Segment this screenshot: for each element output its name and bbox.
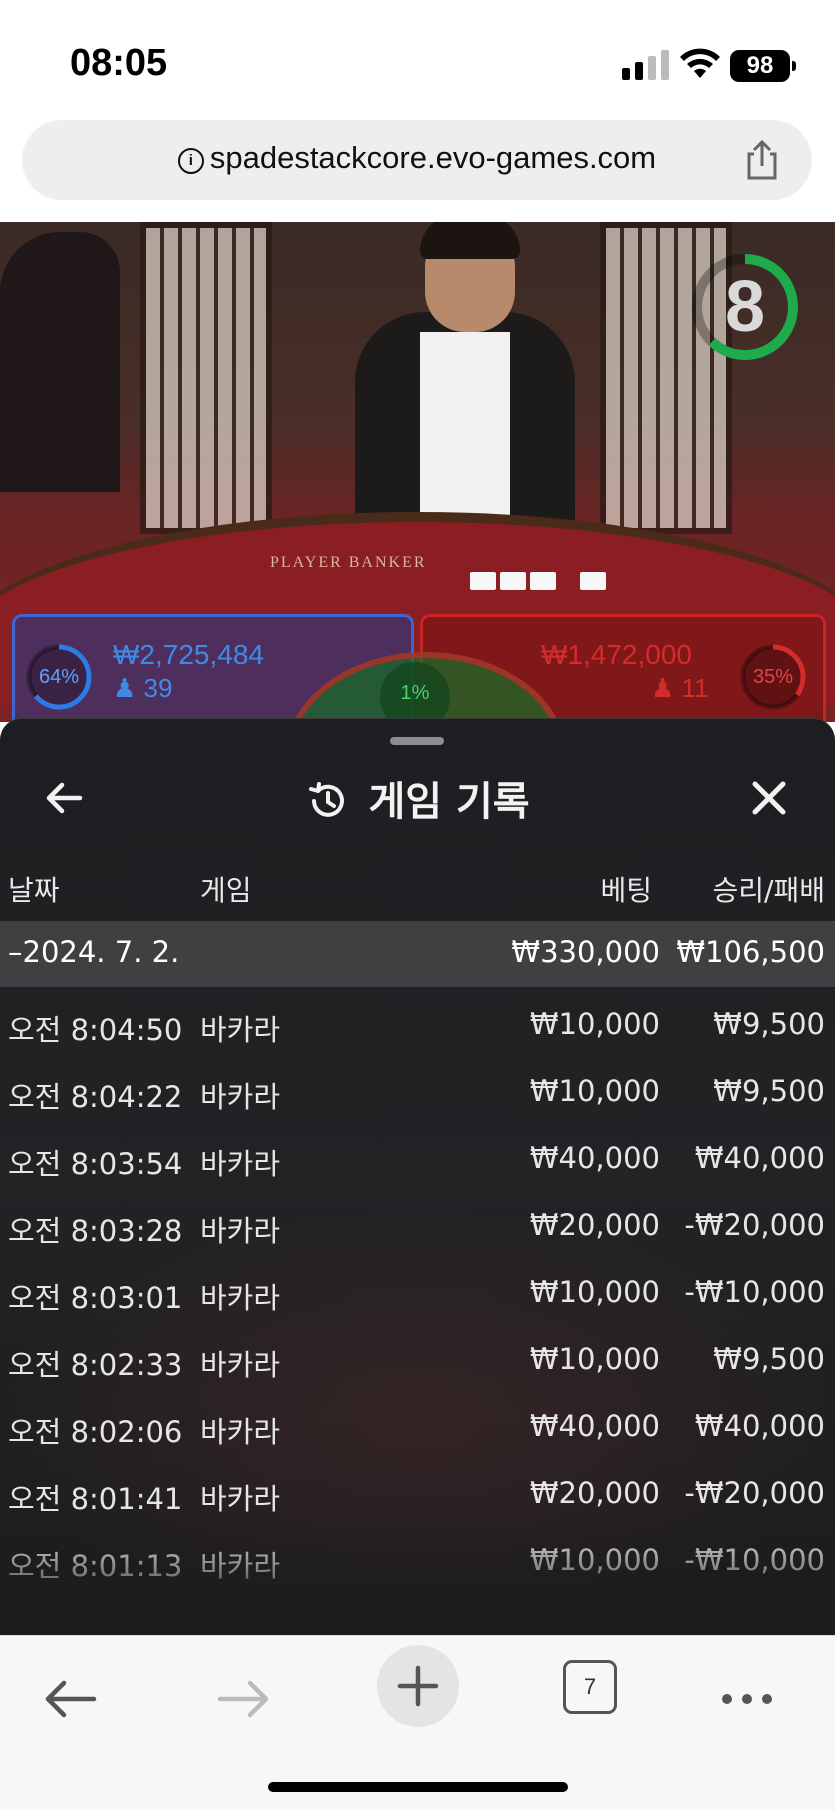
- row-winloss: ₩40,000: [694, 1141, 825, 1175]
- panel-title: 게임 기록: [368, 779, 530, 825]
- history-row[interactable]: 오전 8:03:28 바카라 ₩20,000 -₩20,000: [0, 1188, 835, 1255]
- scroll-fade: [0, 1526, 835, 1636]
- tab-switcher-button[interactable]: 7: [563, 1660, 617, 1714]
- row-game: 바카라: [200, 1281, 281, 1315]
- row-winloss: -₩10,000: [684, 1275, 825, 1309]
- row-winloss: ₩9,500: [713, 1007, 825, 1041]
- playing-card: [580, 572, 606, 590]
- nav-forward-arrow-icon[interactable]: [208, 1664, 278, 1734]
- status-bar: 08:05 98: [0, 0, 835, 118]
- row-time: 오전 8:03:01: [8, 1281, 183, 1315]
- column-header-bet: 베팅: [600, 874, 652, 907]
- row-time: 오전 8:02:06: [8, 1415, 183, 1449]
- history-row[interactable]: 오전 8:04:50 바카라 ₩10,000 ₩9,500: [0, 987, 835, 1054]
- countdown-timer: 8: [724, 267, 766, 347]
- column-header-winloss: 승리/패배: [712, 874, 825, 907]
- url-display[interactable]: i spadestackcore.evo-games.com: [22, 140, 812, 176]
- banker-percent: 35%: [752, 666, 794, 688]
- row-game: 바카라: [200, 1214, 281, 1248]
- history-clock-icon: [309, 782, 345, 817]
- cellular-signal-icon: [622, 50, 669, 80]
- row-bet: ₩40,000: [529, 1409, 660, 1443]
- row-game: 바카라: [200, 1482, 281, 1516]
- history-row[interactable]: 오전 8:02:33 바카라 ₩10,000 ₩9,500: [0, 1322, 835, 1389]
- row-time: 오전 8:04:50: [8, 1013, 183, 1047]
- info-icon[interactable]: i: [177, 148, 204, 174]
- close-icon[interactable]: [745, 774, 793, 822]
- player-bet-amount: ₩2,725,484: [113, 639, 264, 670]
- more-dots-icon[interactable]: [712, 1664, 782, 1734]
- row-winloss: -₩20,000: [684, 1476, 825, 1510]
- dealer-hair: [420, 222, 520, 259]
- tie-percent: 1%: [400, 682, 430, 704]
- row-bet: ₩10,000: [529, 1074, 660, 1108]
- column-header-game: 게임: [200, 874, 252, 907]
- date-summary-row[interactable]: –2024. 7. 2. ₩330,000 ₩106,500: [0, 921, 835, 987]
- row-game: 바카라: [200, 1147, 281, 1181]
- row-game: 바카라: [200, 1415, 281, 1449]
- row-bet: ₩20,000: [529, 1208, 660, 1242]
- person-icon: ♟: [113, 673, 137, 703]
- decor-screen: [140, 222, 272, 534]
- row-winloss: ₩9,500: [713, 1342, 825, 1376]
- banker-count-value: 11: [681, 673, 709, 703]
- summary-date: –2024. 7. 2.: [8, 935, 180, 969]
- battery-indicator: 98: [730, 50, 796, 82]
- history-row[interactable]: 오전 8:01:41 바카라 ₩20,000 -₩20,000: [0, 1456, 835, 1523]
- drag-handle[interactable]: [390, 737, 444, 745]
- dealer-shirt: [420, 332, 510, 532]
- column-header-date: 날짜: [8, 874, 60, 907]
- new-tab-button[interactable]: [377, 1645, 459, 1727]
- playing-card: [500, 572, 526, 590]
- row-winloss: -₩20,000: [684, 1208, 825, 1242]
- history-row[interactable]: 오전 8:03:54 바카라 ₩40,000 ₩40,000: [0, 1121, 835, 1188]
- row-time: 오전 8:02:33: [8, 1348, 183, 1382]
- row-bet: ₩10,000: [529, 1275, 660, 1309]
- row-winloss: ₩9,500: [713, 1074, 825, 1108]
- home-indicator: [268, 1782, 568, 1792]
- banker-bet-amount: ₩1,472,000: [541, 639, 692, 670]
- nav-back-arrow-icon[interactable]: [36, 1664, 106, 1734]
- banker-bettor-count: ♟ 11: [651, 673, 709, 704]
- player-percent: 64%: [38, 666, 80, 688]
- plus-icon: [397, 1665, 439, 1707]
- person-icon: ♟: [651, 673, 675, 703]
- status-time: 08:05: [70, 42, 168, 84]
- player-count-value: 39: [143, 673, 173, 703]
- row-time: 오전 8:04:22: [8, 1080, 183, 1114]
- playing-card: [530, 572, 556, 590]
- croupier-figure: [0, 232, 120, 492]
- share-icon[interactable]: [740, 138, 784, 182]
- history-row[interactable]: 오전 8:03:01 바카라 ₩10,000 -₩10,000: [0, 1255, 835, 1322]
- row-time: 오전 8:03:28: [8, 1214, 183, 1248]
- browser-toolbar: 7: [0, 1635, 835, 1810]
- panel-header: 게임 기록: [0, 769, 835, 827]
- player-bettor-count: ♟ 39: [113, 673, 172, 704]
- summary-bet: ₩330,000: [511, 935, 660, 969]
- url-text: spadestackcore.evo-games.com: [209, 140, 657, 175]
- row-bet: ₩10,000: [529, 1342, 660, 1376]
- row-time: 오전 8:03:54: [8, 1147, 183, 1181]
- live-game-video: PLAYER BANKER 8 64% ₩2,725,484 ♟ 39 ₩1,4…: [0, 222, 835, 722]
- row-bet: ₩20,000: [529, 1476, 660, 1510]
- history-row[interactable]: 오전 8:02:06 바카라 ₩40,000 ₩40,000: [0, 1389, 835, 1456]
- wifi-icon: [680, 48, 720, 78]
- table-label: PLAYER BANKER: [270, 554, 427, 571]
- history-row[interactable]: 오전 8:04:22 바카라 ₩10,000 ₩9,500: [0, 1054, 835, 1121]
- url-bar[interactable]: i spadestackcore.evo-games.com: [22, 120, 812, 200]
- row-game: 바카라: [200, 1348, 281, 1382]
- row-bet: ₩10,000: [529, 1007, 660, 1041]
- row-bet: ₩40,000: [529, 1141, 660, 1175]
- row-time: 오전 8:01:41: [8, 1482, 183, 1516]
- game-history-panel: 게임 기록 날짜 게임 베팅 승리/패배 –2024. 7. 2. ₩330,0…: [0, 718, 835, 1636]
- row-game: 바카라: [200, 1080, 281, 1114]
- row-game: 바카라: [200, 1013, 281, 1047]
- summary-winloss: ₩106,500: [676, 935, 825, 969]
- playing-card: [470, 572, 496, 590]
- row-winloss: ₩40,000: [694, 1409, 825, 1443]
